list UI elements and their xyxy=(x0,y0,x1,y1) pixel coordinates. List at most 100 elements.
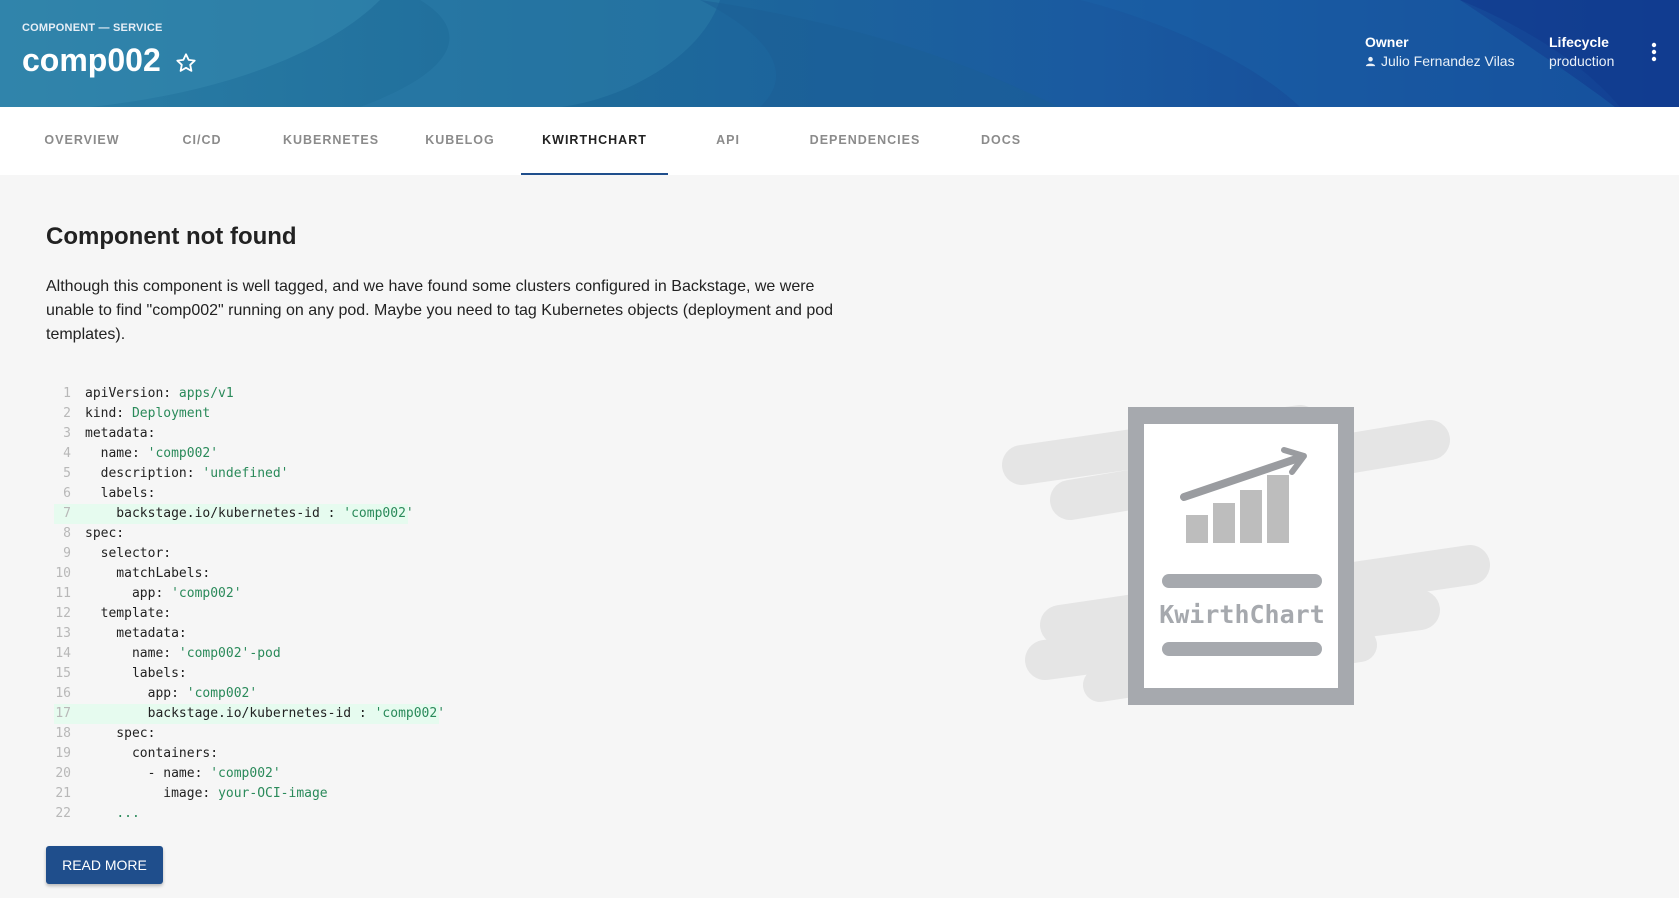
code-value: 'undefined' xyxy=(202,466,289,481)
code-key: name: xyxy=(85,646,179,661)
tab-bar: OVERVIEW CI/CD KUBERNETES KUBELOG KWIRTH… xyxy=(0,107,1679,175)
code-key: - name: xyxy=(85,766,211,781)
code-key: labels: xyxy=(85,486,156,501)
line-number: 12 xyxy=(55,606,71,621)
code-line: 21 image: your-OCI-image xyxy=(54,784,854,804)
code-value: 'comp002' xyxy=(171,586,242,601)
line-number: 20 xyxy=(55,766,71,781)
code-value: ... xyxy=(116,806,140,821)
code-key: image: xyxy=(85,786,219,801)
code-key: name: xyxy=(85,446,148,461)
tab-dependencies[interactable]: DEPENDENCIES xyxy=(790,107,940,175)
code-value: 'comp002' xyxy=(343,506,414,521)
lifecycle-block: Lifecycle production xyxy=(1549,34,1614,69)
code-line: 4 name: 'comp002' xyxy=(54,444,854,464)
page-title: comp002 xyxy=(22,42,161,78)
line-number: 16 xyxy=(55,686,71,701)
code-key: app: xyxy=(85,586,172,601)
line-number: 19 xyxy=(55,746,71,761)
line-number: 22 xyxy=(55,806,71,821)
code-line: 2 kind: Deployment xyxy=(54,404,854,424)
line-number: 21 xyxy=(55,786,71,801)
owner-value[interactable]: Julio Fernandez Vilas xyxy=(1381,53,1515,69)
line-number: 10 xyxy=(55,566,71,581)
star-icon[interactable] xyxy=(175,52,197,74)
line-number: 2 xyxy=(63,406,71,421)
code-value: Deployment xyxy=(131,406,211,421)
code-line: 18 spec: xyxy=(54,724,854,744)
entity-kind: COMPONENT — SERVICE xyxy=(22,22,163,34)
line-number: 1 xyxy=(63,386,71,401)
code-value: apps/v1 xyxy=(178,386,234,401)
tab-overview[interactable]: OVERVIEW xyxy=(22,107,142,175)
code-line: 6 labels: xyxy=(54,484,854,504)
code-line: 8 spec: xyxy=(54,524,854,544)
empty-state-description: Although this component is well tagged, … xyxy=(46,278,834,343)
illustration-label: KwirthChart xyxy=(1159,600,1325,629)
code-key: matchLabels: xyxy=(85,566,211,581)
line-number: 7 xyxy=(63,506,71,521)
code-line: 14 name: 'comp002'-pod xyxy=(54,644,854,664)
code-value: 'comp002' xyxy=(210,766,281,781)
code-value: 'comp002' xyxy=(374,706,446,721)
tab-docs[interactable]: DOCS xyxy=(951,107,1051,175)
line-number: 5 xyxy=(63,466,71,481)
read-more-button[interactable]: READ MORE xyxy=(46,846,163,884)
code-line: 5 description: 'undefined' xyxy=(54,464,854,484)
code-line: 10 matchLabels: xyxy=(54,564,854,584)
line-number: 17 xyxy=(55,706,71,721)
code-key: spec: xyxy=(85,726,156,741)
line-number: 11 xyxy=(55,586,71,601)
code-line: 17 backstage.io/kubernetes-id : 'comp002… xyxy=(54,704,854,724)
line-number: 3 xyxy=(63,426,71,441)
lifecycle-label: Lifecycle xyxy=(1549,34,1609,50)
code-line: 7 backstage.io/kubernetes-id : 'comp002' xyxy=(54,504,854,524)
tab-kubelog[interactable]: KUBELOG xyxy=(410,107,510,175)
code-line: 11 app: 'comp002' xyxy=(54,584,854,604)
code-line: 12 template: xyxy=(54,604,854,624)
line-number: 15 xyxy=(55,666,71,681)
code-line: 19 containers: xyxy=(54,744,854,764)
code-key: template: xyxy=(85,606,172,621)
code-key: metadata: xyxy=(85,426,156,441)
code-key: app: xyxy=(85,686,187,701)
code-line: 3 metadata: xyxy=(54,424,854,444)
yaml-code-snippet: 1 apiVersion: apps/v1 2 kind: Deployment 3 me… xyxy=(54,384,854,824)
code-value: 'comp002' xyxy=(186,686,258,701)
code-key xyxy=(85,806,116,821)
line-number: 13 xyxy=(55,626,71,641)
code-key: apiVersion: xyxy=(85,386,179,401)
code-line: 22 ... xyxy=(54,804,854,824)
code-key: containers: xyxy=(85,746,219,761)
code-line: 9 selector: xyxy=(54,544,854,564)
code-line: 20 - name: 'comp002' xyxy=(54,764,854,784)
line-number: 18 xyxy=(55,726,71,741)
code-line: 1 apiVersion: apps/v1 xyxy=(54,384,854,404)
empty-state-heading: Component not found xyxy=(46,223,297,250)
code-key: kind: xyxy=(85,406,132,421)
owner-block: Owner Julio Fernandez Vilas xyxy=(1365,34,1515,69)
line-number: 4 xyxy=(63,446,71,461)
code-value: 'comp002' xyxy=(147,446,219,461)
code-value: your-OCI-image xyxy=(218,786,328,801)
person-icon xyxy=(1365,56,1376,66)
code-key: description: xyxy=(85,466,203,481)
entity-header: COMPONENT — SERVICE comp002 Owner Julio … xyxy=(0,0,1679,107)
code-key: labels: xyxy=(85,666,187,681)
code-value: 'comp002' xyxy=(178,646,250,661)
line-number: 9 xyxy=(63,546,71,561)
tab-kubernetes[interactable]: KUBERNETES xyxy=(266,107,396,175)
tab-api[interactable]: API xyxy=(678,107,778,175)
kebab-menu-icon[interactable] xyxy=(1646,40,1662,64)
code-value-suffix: -pod xyxy=(249,646,281,661)
tab-cicd[interactable]: CI/CD xyxy=(152,107,252,175)
code-key: metadata: xyxy=(85,626,187,641)
lifecycle-value: production xyxy=(1549,53,1615,69)
code-line: 13 metadata: xyxy=(54,624,854,644)
line-number: 6 xyxy=(63,486,71,501)
code-line: 15 labels: xyxy=(54,664,854,684)
code-key: spec: xyxy=(85,526,125,541)
code-line: 16 app: 'comp002' xyxy=(54,684,854,704)
code-key: backstage.io/kubernetes-id : xyxy=(85,506,344,521)
tab-kwirthchart[interactable]: KWIRTHCHART xyxy=(521,107,668,175)
